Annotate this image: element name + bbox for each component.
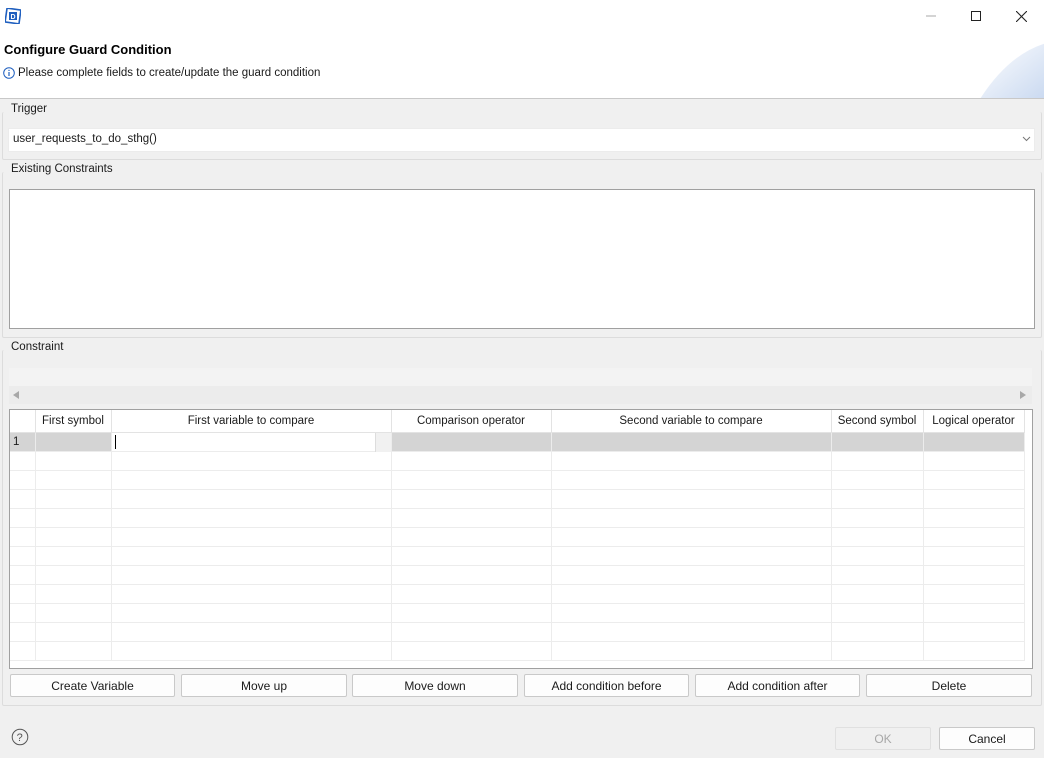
first-symbol-cell[interactable] — [35, 432, 112, 452]
constraint-button-row: Create Variable Move up Move down Add co… — [10, 674, 1032, 697]
chevron-down-icon — [1022, 136, 1031, 142]
trigger-selected-value: user_requests_to_do_sthg() — [13, 133, 157, 145]
first-variable-dropdown-button[interactable] — [374, 432, 391, 452]
constraint-legend: Constraint — [9, 341, 66, 353]
second-variable-cell[interactable] — [551, 432, 832, 452]
empty-row — [10, 622, 1025, 642]
move-down-button[interactable]: Move down — [352, 674, 518, 697]
empty-row — [10, 546, 1025, 566]
table-header-row: First symbol First variable to compare C… — [10, 410, 1025, 433]
dialog-message-text: Please complete fields to create/update … — [18, 67, 321, 79]
existing-constraints-text-area[interactable] — [9, 189, 1035, 329]
delete-button[interactable]: Delete — [866, 674, 1032, 697]
title-bar: D — [0, 0, 1044, 32]
svg-text:D: D — [11, 14, 16, 21]
empty-row — [10, 603, 1025, 623]
empty-row — [10, 489, 1025, 509]
column-header-second-symbol[interactable]: Second symbol — [831, 410, 924, 433]
text-caret — [114, 434, 116, 449]
app-logo-icon: D — [5, 8, 21, 24]
column-header-first-variable[interactable]: First variable to compare — [111, 410, 392, 433]
existing-constraints-legend: Existing Constraints — [9, 163, 115, 175]
create-variable-button[interactable]: Create Variable — [10, 674, 175, 697]
first-variable-cell[interactable] — [111, 432, 392, 452]
add-condition-before-button[interactable]: Add condition before — [524, 674, 689, 697]
trigger-legend: Trigger — [9, 103, 49, 115]
dialog-title: Configure Guard Condition — [4, 42, 172, 57]
maximize-button[interactable] — [953, 0, 999, 32]
empty-row — [10, 508, 1025, 528]
column-header-second-variable[interactable]: Second variable to compare — [551, 410, 832, 433]
cancel-button[interactable]: Cancel — [939, 727, 1035, 750]
constraint-table: First symbol First variable to compare C… — [9, 409, 1033, 669]
comparison-operator-cell[interactable] — [391, 432, 552, 452]
empty-row — [10, 565, 1025, 585]
row-number-cell: 1 — [10, 432, 36, 452]
scroll-left-icon[interactable] — [13, 391, 19, 399]
trigger-dropdown[interactable]: user_requests_to_do_sthg() — [8, 128, 1035, 152]
minimize-button[interactable] — [908, 0, 954, 32]
empty-row — [10, 470, 1025, 490]
dialog-message: Please complete fields to create/update … — [3, 67, 320, 79]
move-up-button[interactable]: Move up — [181, 674, 347, 697]
empty-row — [10, 641, 1025, 661]
column-header-first-symbol[interactable]: First symbol — [35, 410, 112, 433]
help-icon[interactable]: ? — [11, 728, 29, 746]
scroll-right-icon[interactable] — [1020, 391, 1026, 399]
horizontal-scrollbar[interactable] — [9, 386, 1032, 404]
table-row[interactable]: 1 — [10, 432, 1025, 452]
constraint-toolbar-area — [9, 368, 1032, 386]
maximize-icon — [971, 11, 981, 21]
dialog-header: Configure Guard Condition Please complet… — [0, 32, 1044, 99]
ok-button[interactable]: OK — [835, 727, 931, 750]
column-header-row-number[interactable] — [10, 410, 36, 433]
column-header-comparison-operator[interactable]: Comparison operator — [391, 410, 552, 433]
empty-row — [10, 451, 1025, 471]
empty-row — [10, 527, 1025, 547]
column-header-logical-operator[interactable]: Logical operator — [923, 410, 1025, 433]
close-icon — [1015, 10, 1027, 22]
logical-operator-cell[interactable] — [923, 432, 1025, 452]
empty-row — [10, 584, 1025, 604]
second-symbol-cell[interactable] — [831, 432, 924, 452]
add-condition-after-button[interactable]: Add condition after — [695, 674, 860, 697]
info-icon — [3, 67, 15, 79]
minimize-icon — [926, 15, 936, 17]
header-banner-graphic — [980, 43, 1044, 98]
svg-text:?: ? — [17, 732, 23, 744]
close-button[interactable] — [998, 0, 1044, 32]
